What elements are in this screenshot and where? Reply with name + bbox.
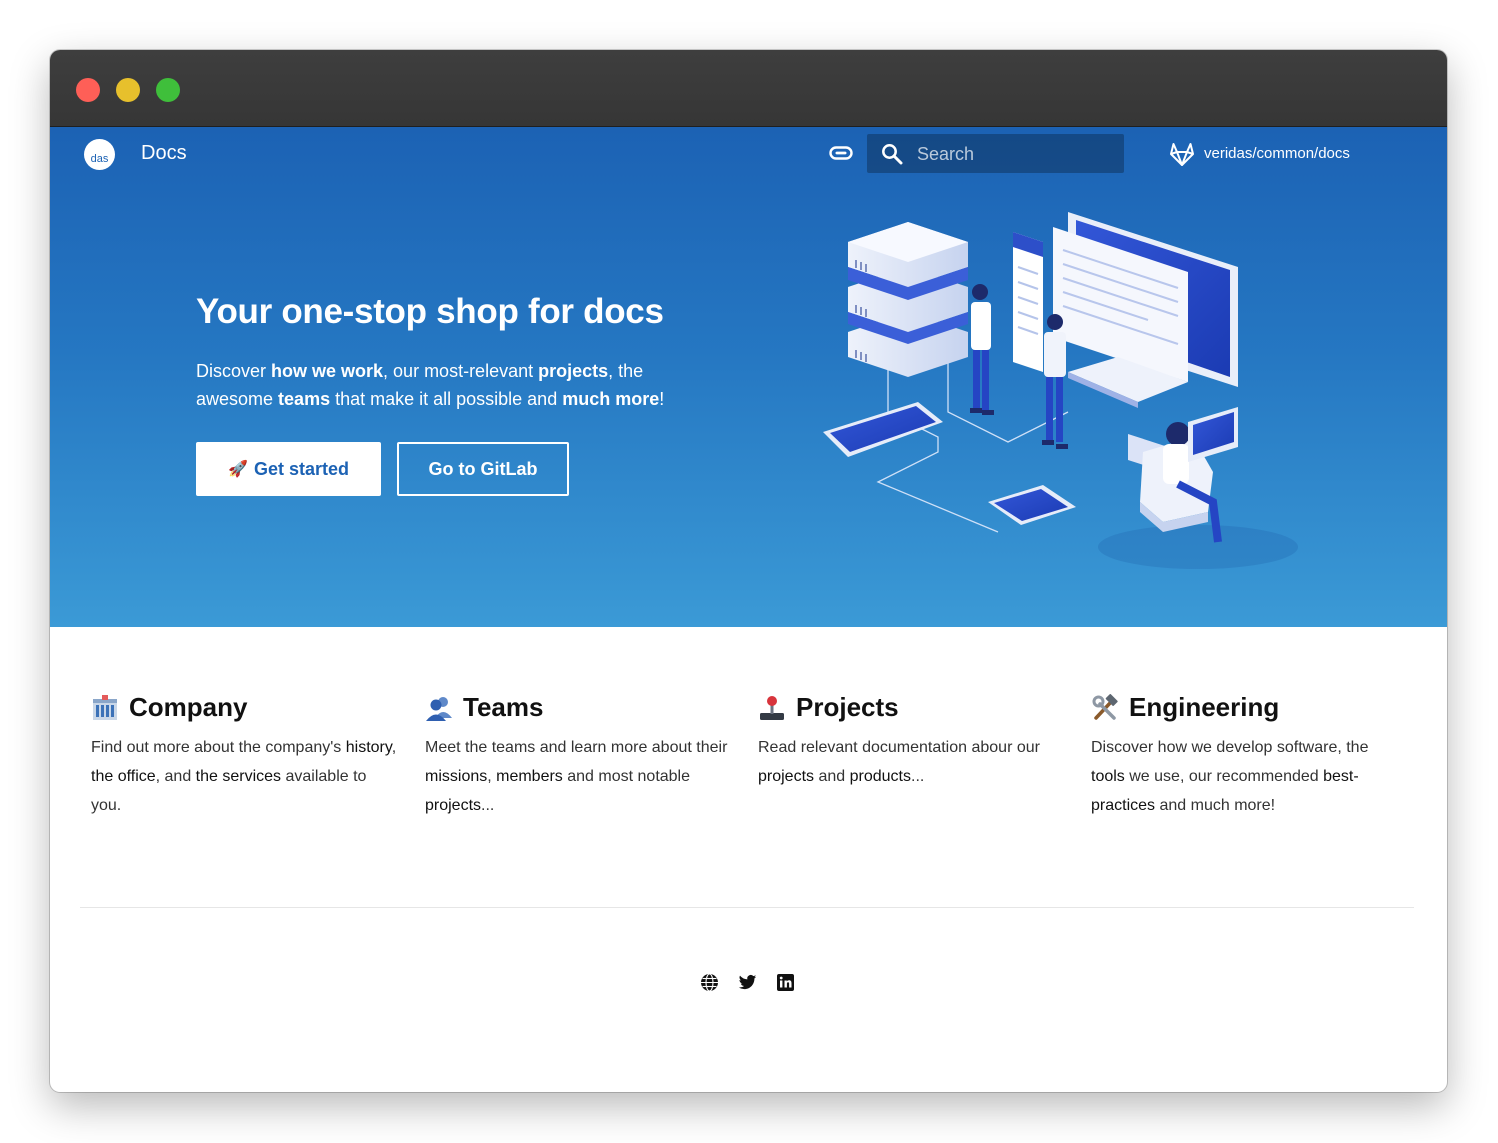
desc-highlight: tools	[1091, 768, 1125, 785]
feature-projects: Projects Read relevant documentation abo…	[758, 692, 1068, 791]
gitlab-icon	[1168, 140, 1196, 173]
desc-text: and most notable	[562, 768, 691, 785]
hero-section: das Docs Search veridas/common/docs Your…	[50, 127, 1447, 627]
hammer-wrench-icon	[1091, 693, 1119, 722]
site-header: das Docs Search veridas/common/docs	[50, 127, 1447, 179]
footer-divider	[80, 907, 1414, 908]
desc-text: and much more!	[1155, 797, 1276, 814]
desc-highlight: projects	[425, 797, 482, 814]
desc-text: we use, our recommended	[1124, 768, 1324, 785]
window-titlebar	[50, 50, 1447, 127]
rocket-icon: 🚀	[228, 461, 248, 478]
feature-title-label: Teams	[463, 692, 544, 722]
desc-bold: how we work	[271, 361, 384, 381]
desc-highlight: history	[345, 739, 392, 756]
desc-highlight: members	[496, 768, 563, 785]
feature-description: Meet the teams and learn more about thei…	[425, 733, 735, 820]
search-icon	[881, 143, 903, 170]
site-title: Docs	[141, 142, 187, 164]
close-window-button[interactable]	[76, 78, 100, 102]
search-input[interactable]	[915, 134, 1119, 175]
social-links	[700, 973, 795, 992]
feature-title[interactable]: Teams	[425, 692, 735, 723]
hero-title: Your one-stop shop for docs	[196, 292, 664, 331]
site-logo[interactable]: das	[84, 139, 115, 170]
feature-title-label: Company	[129, 692, 248, 722]
logo-text: das	[90, 153, 109, 165]
desc-bold: much more	[562, 389, 660, 409]
feature-teams: Teams Meet the teams and learn more abou…	[425, 692, 735, 820]
joystick-icon	[758, 694, 786, 722]
people-icon	[425, 694, 453, 722]
go-to-gitlab-button[interactable]: Go to GitLab	[397, 442, 569, 496]
search-box[interactable]	[867, 134, 1124, 175]
desc-text: , and	[155, 768, 196, 785]
desc-text: that make it all possible and	[330, 389, 563, 409]
feature-company: Company Find out more about the company'…	[91, 692, 401, 820]
go-to-gitlab-label: Go to GitLab	[428, 458, 538, 479]
repo-label: veridas/common/docs	[1204, 145, 1350, 162]
feature-title[interactable]: Engineering	[1091, 692, 1391, 723]
feature-description: Find out more about the company's histor…	[91, 733, 401, 820]
desc-text: Meet the teams and learn more about thei…	[425, 739, 728, 756]
feature-title-label: Projects	[796, 692, 899, 722]
feature-title[interactable]: Company	[91, 692, 401, 723]
office-building-icon	[91, 694, 119, 722]
browser-window: das Docs Search veridas/common/docs Your…	[50, 50, 1447, 1092]
feature-title[interactable]: Projects	[758, 692, 1068, 723]
hero-illustration	[823, 212, 1298, 569]
desc-text: and	[814, 768, 850, 785]
linkedin-icon[interactable]	[776, 973, 795, 992]
features-section: Company Find out more about the company'…	[50, 627, 1447, 927]
get-started-label: Get started	[253, 458, 349, 479]
desc-text: ,	[391, 739, 397, 756]
palette-toggle-icon[interactable]	[829, 145, 853, 166]
desc-bold: teams	[278, 389, 331, 409]
minimize-window-button[interactable]	[116, 78, 140, 102]
feature-description: Discover how we develop software, the to…	[1091, 733, 1391, 820]
desc-highlight: products	[849, 768, 911, 785]
desc-text: Read relevant documentation abour our	[758, 739, 1040, 756]
desc-bold: projects	[538, 361, 609, 381]
hero-description: Discover how we work, our most-relevant …	[196, 357, 666, 413]
desc-highlight: projects	[758, 768, 815, 785]
feature-engineering: Engineering Discover how we develop soft…	[1091, 692, 1391, 820]
maximize-window-button[interactable]	[156, 78, 180, 102]
desc-text: Discover how we develop software, the	[1091, 739, 1369, 756]
desc-highlight: missions	[425, 768, 488, 785]
desc-text: Discover	[196, 361, 272, 381]
desc-highlight: the services	[195, 768, 282, 785]
feature-description: Read relevant documentation abour our pr…	[758, 733, 1068, 791]
desc-text: !	[659, 389, 665, 409]
desc-highlight: the office	[91, 768, 156, 785]
get-started-button[interactable]: 🚀 Get started	[196, 442, 381, 496]
twitter-icon[interactable]	[738, 973, 757, 992]
desc-text: , our most-relevant	[383, 361, 539, 381]
feature-title-label: Engineering	[1129, 692, 1280, 722]
desc-text: Find out more about the company's	[91, 739, 346, 756]
desc-text: ...	[481, 797, 495, 814]
desc-text: ...	[911, 768, 925, 785]
globe-icon[interactable]	[700, 973, 719, 992]
desc-text: ,	[487, 768, 497, 785]
